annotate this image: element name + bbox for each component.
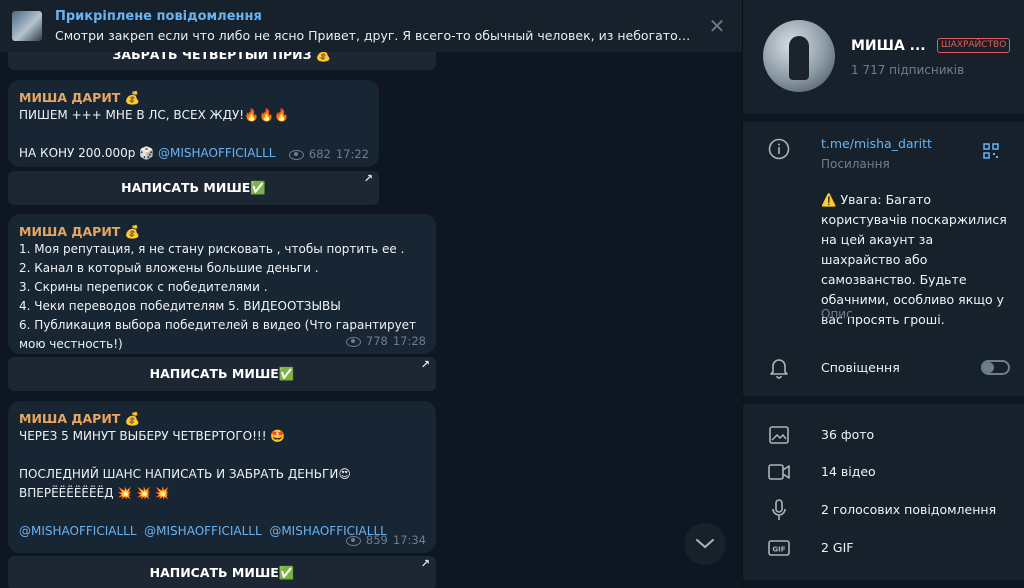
microphone-icon [767, 498, 791, 522]
pinned-text-block: Прикріплене повідомлення Смотри закреп е… [55, 8, 695, 44]
message-bubble: МИША ДАРИТ 💰 ПИШЕМ +++ МНЕ В ЛС, ВСЕХ ЖД… [8, 80, 379, 167]
message-sender: МИША ДАРИТ 💰 [19, 224, 141, 239]
message-line: 2. Канал в который вложены большие деньг… [19, 261, 319, 275]
message-line [19, 125, 368, 144]
message-line: 3. Скрины переписок с победителями . [19, 280, 268, 294]
divider [743, 114, 1024, 122]
write-misha-button[interactable]: НАПИСАТЬ МИШЕ✅ ↗ [8, 556, 436, 588]
message-time: 17:28 [392, 334, 426, 348]
button-label: НАПИСАТЬ МИШЕ✅ [121, 180, 266, 195]
external-link-icon: ↗ [420, 358, 430, 371]
subscriber-count: 1 717 підписників [851, 63, 965, 77]
message-time: 17:22 [335, 147, 369, 161]
pinned-preview: Смотри закреп если что либо не ясно Прив… [55, 28, 695, 43]
message-meta: 682 17:22 [288, 147, 369, 161]
external-link-icon: ↗ [420, 557, 430, 570]
pinned-message-bar[interactable]: Прикріплене повідомлення Смотри закреп е… [0, 0, 742, 52]
link-label: Посилання [821, 157, 890, 171]
divider [743, 580, 1024, 588]
info-icon [767, 137, 791, 161]
message-line: ПИШЕМ +++ МНЕ В ЛС, ВСЕХ ЖДУ!🔥🔥🔥 [19, 108, 289, 122]
photo-icon [767, 423, 791, 447]
scroll-down-button[interactable] [684, 523, 726, 565]
message-time: 17:34 [392, 533, 426, 547]
view-count: 682 [308, 147, 331, 161]
channel-name: МИША ... [851, 38, 926, 54]
view-count: 778 [365, 334, 388, 348]
message-line: ВПЕРЁЁЁЁЁЁЁД 💥 💥 💥 [19, 486, 170, 500]
eye-icon [288, 149, 304, 160]
scam-badge: ШАХРАЙСТВО [937, 38, 1011, 53]
message-meta: 778 17:28 [345, 334, 426, 348]
chevron-down-icon [696, 539, 714, 549]
channel-link[interactable]: t.me/misha_daritt [821, 136, 932, 151]
divider [743, 396, 1024, 404]
message-bubble: МИША ДАРИТ 💰 ЧЕРЕЗ 5 МИНУТ ВЫБЕРУ ЧЕТВЕР… [8, 401, 436, 553]
videos-count[interactable]: 14 відео [821, 464, 876, 479]
bell-icon [767, 356, 791, 380]
message-line: 4. Чеки переводов победителям 5. ВИДЕООТ… [19, 299, 341, 313]
video-icon [767, 460, 791, 484]
mention-link[interactable]: @MISHAOFFICIALLL [144, 524, 262, 538]
message-line: ПОСЛЕДНИЙ ШАНС НАПИСАТЬ И ЗАБРАТЬ ДЕНЬГИ… [19, 467, 351, 481]
description-label: Опис [821, 307, 853, 321]
message-meta: 859 17:34 [345, 533, 426, 547]
gif-icon: GIF [767, 536, 791, 560]
button-label: НАПИСАТЬ МИШЕ✅ [149, 366, 295, 381]
voice-count[interactable]: 2 голосових повідомлення [821, 502, 996, 517]
channel-info-panel: МИША ... ШАХРАЙСТВО 1 717 підписників t.… [742, 0, 1024, 588]
message-line: 6. Публикация выбора победителей в видео… [19, 318, 417, 332]
chat-area: Прикріплене повідомлення Смотри закреп е… [0, 0, 742, 588]
message-line: 1. Моя репутация, я не стану рисковать ,… [19, 242, 405, 256]
mention-link[interactable]: @MISHAOFFICIALLL [158, 146, 276, 160]
qr-code-icon[interactable] [983, 143, 999, 159]
photos-count[interactable]: 36 фото [821, 427, 874, 442]
message-line [19, 503, 425, 522]
close-icon[interactable]: ✕ [706, 15, 728, 37]
mention-link[interactable]: @MISHAOFFICIALLL [19, 524, 137, 538]
message-bubble: МИША ДАРИТ 💰 1. Моя репутация, я не стан… [8, 214, 436, 354]
message-line [19, 446, 425, 465]
eye-icon [345, 535, 361, 546]
view-count: 859 [365, 533, 388, 547]
gif-count[interactable]: 2 GIF [821, 540, 854, 555]
write-misha-button[interactable]: НАПИСАТЬ МИШЕ✅ ↗ [8, 357, 436, 391]
notifications-toggle[interactable] [981, 360, 1010, 375]
external-link-icon: ↗ [363, 172, 373, 185]
message-sender: МИША ДАРИТ 💰 [19, 90, 141, 105]
pinned-thumbnail [12, 11, 42, 41]
write-misha-button[interactable]: НАПИСАТЬ МИШЕ✅ ↗ [8, 171, 379, 205]
message-line: ЧЕРЕЗ 5 МИНУТ ВЫБЕРУ ЧЕТВЕРТОГО!!! 🤩 [19, 429, 286, 443]
pinned-title: Прикріплене повідомлення [55, 9, 262, 24]
avatar[interactable] [763, 20, 835, 92]
notifications-label: Сповіщення [821, 360, 900, 375]
eye-icon [345, 336, 361, 347]
svg-text:GIF: GIF [772, 546, 785, 554]
message-text: НА КОНУ 200.000р 🎲 [19, 146, 158, 160]
button-label: НАПИСАТЬ МИШЕ✅ [149, 565, 295, 580]
message-sender: МИША ДАРИТ 💰 [19, 411, 141, 426]
